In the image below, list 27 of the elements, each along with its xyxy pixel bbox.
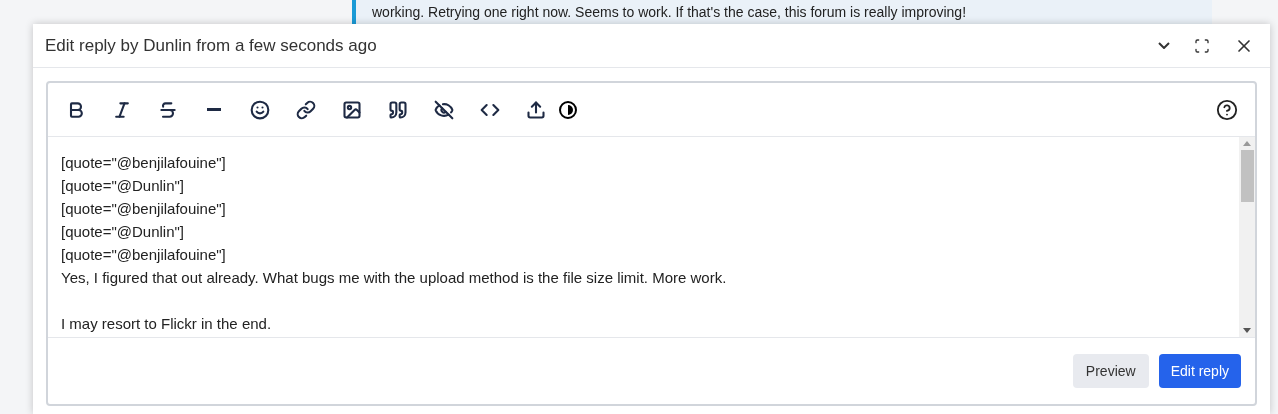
chevron-down-icon — [1158, 42, 1170, 49]
eye-slash-icon — [434, 99, 454, 120]
text-line: [quote="@benjilafouine"] — [61, 199, 227, 219]
edit-reply-button[interactable]: Edit reply — [1158, 354, 1241, 388]
text-line: [quote="@Dunlin"] — [61, 222, 186, 242]
minus-icon — [207, 108, 221, 111]
strikethrough-icon — [158, 99, 178, 120]
help-icon — [1216, 98, 1238, 121]
text-line: Yes, I figured that out already. What bugs me with the upload method is the file size limit. More work. — [61, 268, 728, 288]
scroll-thumb[interactable] — [1240, 150, 1254, 202]
italic-icon — [112, 99, 132, 120]
link-icon — [296, 99, 316, 120]
preview-button[interactable]: Preview — [1072, 354, 1149, 388]
dialog-title: Edit reply by Dunlin from a few seconds ago — [45, 34, 378, 57]
text-line: [quote="@benjilafouine"] — [61, 245, 227, 265]
quote-icon — [388, 99, 408, 120]
post-text: working. Retrying one right now. Seems to work. If that's the case, this forum is really improving! — [372, 2, 967, 22]
smiley-icon — [250, 99, 270, 120]
text-line: [quote="@benjilafouine"] — [61, 153, 227, 173]
text-line: I may resort to Flickr in the end. — [61, 314, 273, 334]
fullscreen-icon — [1194, 37, 1210, 54]
scrollbar[interactable] — [1239, 137, 1255, 337]
text-line: [quote="@Dunlin"] — [61, 176, 186, 196]
half-circle-icon — [558, 99, 578, 120]
upload-icon — [526, 99, 546, 120]
scroll-down-arrow-icon[interactable] — [1243, 328, 1251, 333]
image-icon — [342, 99, 362, 120]
